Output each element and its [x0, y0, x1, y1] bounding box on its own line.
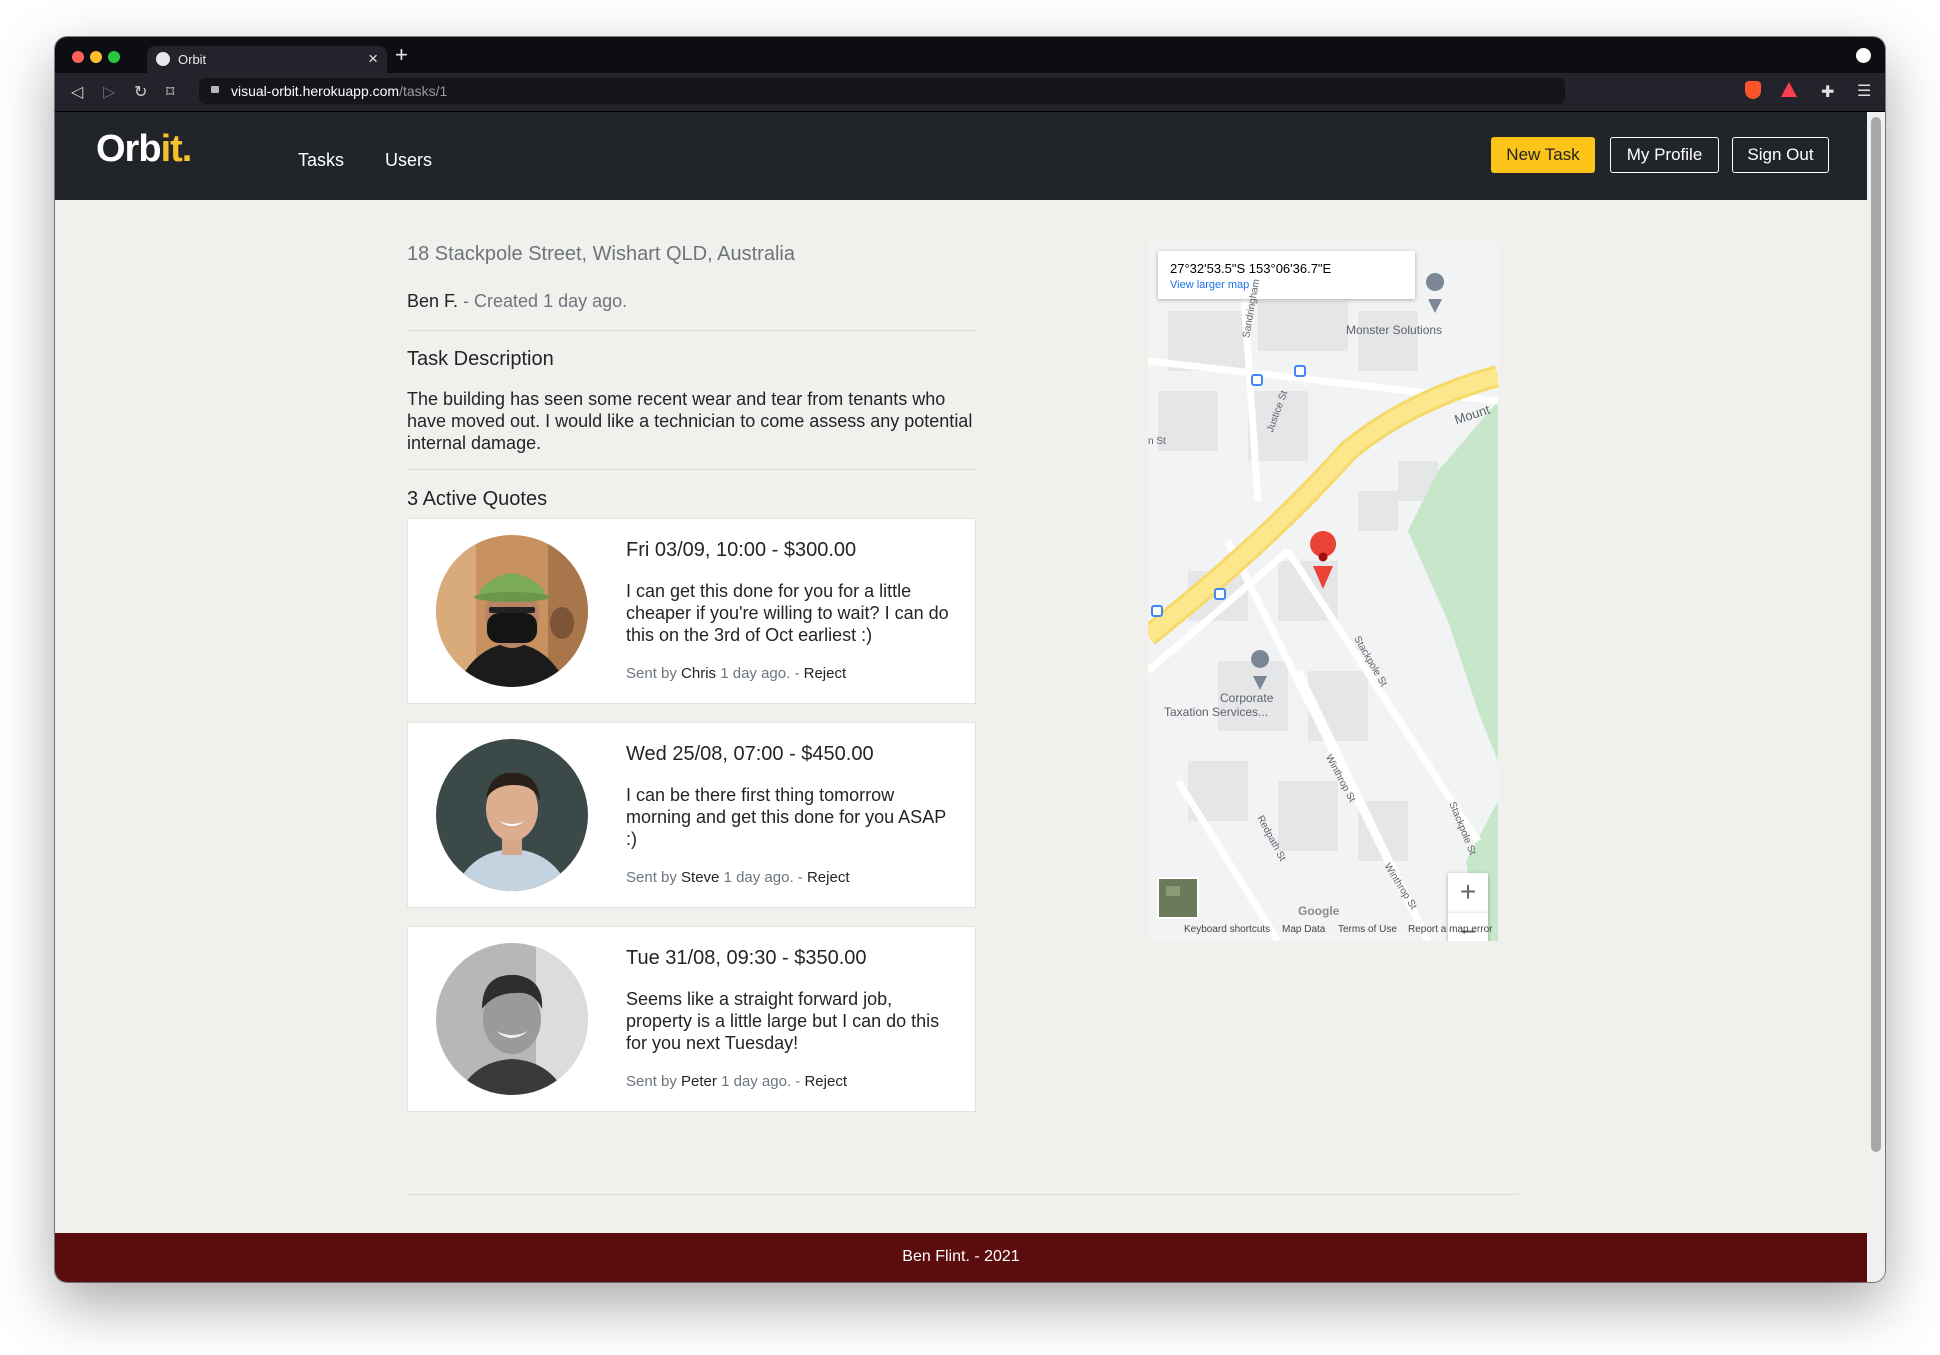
active-quotes-heading: 3 Active Quotes [407, 488, 548, 510]
url-text: visual-orbit.herokuapp.com/tasks/1 [231, 83, 448, 99]
task-description-heading: Task Description [407, 348, 554, 370]
reject-link[interactable]: Reject [807, 869, 850, 886]
quote-footer: Sent by Peter 1 day ago. - Reject [626, 1073, 847, 1090]
new-task-button[interactable]: New Task [1491, 137, 1595, 173]
task-author: Ben F. [407, 291, 459, 311]
view-larger-map-link[interactable]: View larger map [1170, 279, 1249, 291]
new-tab-icon[interactable]: + [395, 42, 408, 68]
maximize-window-button[interactable] [108, 51, 120, 63]
zoom-in-button[interactable]: + [1448, 873, 1488, 913]
quote-message: I can get this done for you for a little… [626, 581, 949, 645]
reject-link[interactable]: Reject [804, 665, 847, 682]
quote-message: Seems like a straight forward job, prope… [626, 989, 940, 1053]
tab-title: Orbit [178, 52, 207, 67]
quote-card: Tue 31/08, 09:30 - $350.00 Seems like a … [407, 926, 976, 1112]
my-profile-button[interactable]: My Profile [1610, 137, 1719, 173]
quote-message: I can be there first thing tomorrow morn… [626, 785, 946, 849]
map-info-card: 27°32'53.5"S 153°06'36.7"E View larger m… [1158, 251, 1415, 299]
browser-window: Orbit × + ◁ ▷ ↻ ⌑ visual-orbit.herokuapp… [55, 37, 1885, 1282]
reload-icon[interactable]: ↻ [134, 82, 147, 102]
map-tiles [1148, 241, 1498, 941]
poi-label[interactable]: Taxation Services... [1164, 705, 1268, 719]
app-navbar: Orbit. Tasks Users New Task My Profile S… [55, 112, 1867, 200]
close-window-button[interactable] [72, 51, 84, 63]
reject-link[interactable]: Reject [804, 1073, 847, 1090]
brave-rewards-icon[interactable] [1781, 82, 1797, 97]
nav-users-link[interactable]: Users [385, 150, 432, 171]
road-label: n St [1148, 436, 1166, 447]
quote-title: Fri 03/09, 10:00 - $300.00 [626, 539, 857, 561]
avatar [436, 739, 588, 891]
avatar [436, 535, 588, 687]
poi-label[interactable]: Monster Solutions [1346, 323, 1442, 337]
nav-tasks-link[interactable]: Tasks [298, 150, 344, 171]
menu-icon[interactable]: ☰ [1857, 81, 1871, 101]
divider [407, 469, 976, 470]
quote-title: Wed 25/08, 07:00 - $450.00 [626, 743, 874, 765]
map-data-link[interactable]: Map Data [1282, 924, 1325, 935]
close-tab-icon[interactable]: × [368, 49, 378, 69]
sign-out-button[interactable]: Sign Out [1732, 137, 1829, 173]
task-address: 18 Stackpole Street, Wishart QLD, Austra… [407, 243, 795, 265]
browser-tab[interactable]: Orbit × [147, 46, 387, 73]
quote-sender: Peter [681, 1073, 717, 1090]
bookmark-icon[interactable]: ⌑ [166, 82, 174, 102]
quote-sender: Steve [681, 869, 720, 886]
report-map-error-link[interactable]: Report a map error [1408, 924, 1492, 935]
page-footer: Ben Flint. - 2021 [55, 1233, 1867, 1282]
browser-toolbar: ◁ ▷ ↻ ⌑ visual-orbit.herokuapp.com/tasks… [55, 73, 1885, 112]
quote-card: Fri 03/09, 10:00 - $300.00 I can get thi… [407, 518, 976, 704]
quote-card: Wed 25/08, 07:00 - $450.00 I can be ther… [407, 722, 976, 908]
poi-label[interactable]: Corporate [1220, 691, 1273, 705]
minimize-window-button[interactable] [90, 51, 102, 63]
tab-menu-icon[interactable] [1856, 48, 1871, 63]
extensions-icon[interactable]: ✚ [1821, 82, 1834, 102]
task-description: The building has seen some recent wear a… [407, 389, 973, 453]
map-coordinates: 27°32'53.5"S 153°06'36.7"E [1170, 261, 1332, 276]
footer-divider [407, 1194, 1518, 1195]
divider [407, 330, 976, 331]
globe-icon [156, 52, 170, 66]
quote-footer: Sent by Steve 1 day ago. - Reject [626, 869, 850, 886]
page-scrollbar-thumb[interactable] [1871, 117, 1881, 1152]
orbit-logo[interactable]: Orbit. [96, 128, 192, 171]
task-created: - Created 1 day ago. [458, 291, 628, 311]
quote-sender: Chris [681, 665, 717, 682]
footer-text: Ben Flint. - 2021 [902, 1248, 1020, 1265]
lock-icon [211, 86, 219, 93]
avatar [436, 943, 588, 1095]
brave-shields-icon[interactable] [1745, 81, 1761, 99]
browser-tab-bar: Orbit × + [55, 37, 1885, 73]
terms-of-use-link[interactable]: Terms of Use [1338, 924, 1397, 935]
google-logo: Google [1298, 904, 1340, 918]
quote-title: Tue 31/08, 09:30 - $350.00 [626, 947, 867, 969]
address-bar[interactable]: visual-orbit.herokuapp.com/tasks/1 [199, 78, 1565, 104]
back-icon[interactable]: ◁ [71, 82, 83, 102]
keyboard-shortcuts-link[interactable]: Keyboard shortcuts [1184, 924, 1270, 935]
quote-footer: Sent by Chris 1 day ago. - Reject [626, 665, 847, 682]
embedded-map[interactable]: 27°32'53.5"S 153°06'36.7"E View larger m… [1148, 241, 1498, 941]
forward-icon[interactable]: ▷ [103, 82, 115, 102]
task-meta: Ben F. - Created 1 day ago. [407, 291, 627, 312]
